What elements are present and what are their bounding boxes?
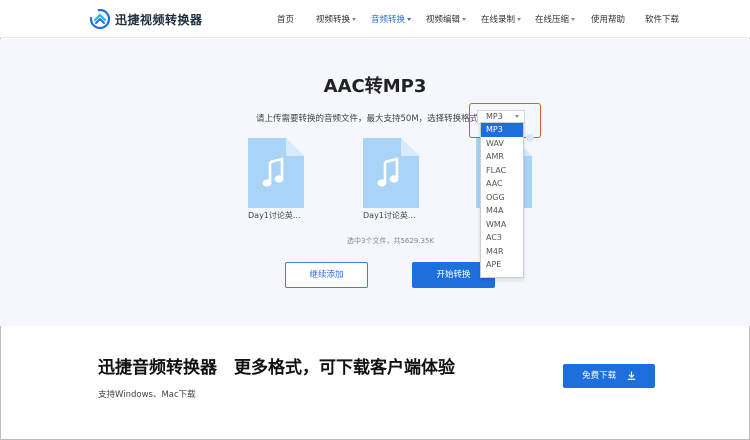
format-option-m4a[interactable]: M4A <box>481 204 523 218</box>
download-icon <box>627 371 636 380</box>
format-option-amr[interactable]: AMR <box>481 150 523 164</box>
page-title: AAC转MP3 <box>323 76 427 97</box>
chevron-down-icon <box>571 18 576 21</box>
nav-audio-convert[interactable]: 音频转换 <box>371 13 412 25</box>
nav-video-edit-label: 视频编辑 <box>426 15 461 25</box>
chevron-down-icon <box>517 18 522 21</box>
nav-software-download-label: 软件下载 <box>645 15 680 25</box>
chevron-down-icon <box>515 115 519 118</box>
format-option-wma[interactable]: WMA <box>481 218 523 232</box>
format-option-flac[interactable]: FLAC <box>481 164 523 178</box>
nav-online-compress-label: 在线压缩 <box>535 15 570 25</box>
format-option-ogg[interactable]: OGG <box>481 191 523 205</box>
file-name: Day1讨论英... <box>363 211 416 220</box>
nav-home[interactable]: 首页 <box>277 13 294 25</box>
chevron-down-icon <box>352 18 357 21</box>
nav-video-edit[interactable]: 视频编辑 <box>426 13 467 25</box>
brand-name[interactable]: 迅捷视频转换器 <box>115 11 203 28</box>
nav-home-label: 首页 <box>277 15 295 25</box>
nav-online-compress[interactable]: 在线压缩 <box>535 13 576 25</box>
free-download-label: 免费下载 <box>582 371 617 381</box>
format-select-value: MP3 <box>486 112 503 121</box>
format-option-ac3[interactable]: AC3 <box>481 231 523 245</box>
upload-prompt: 请上传需要转换的音频文件，最大支持50M，选择转换格式： <box>256 114 487 124</box>
promo-title: 迅捷音频转换器 更多格式，可下载客户端体验 <box>98 358 455 378</box>
file-name: Day1讨论英... <box>248 211 301 220</box>
nav-audio-convert-label: 音频转换 <box>371 15 406 25</box>
nav-online-record[interactable]: 在线录制 <box>481 13 522 25</box>
audio-file-icon[interactable] <box>363 138 419 208</box>
nav-online-record-label: 在线录制 <box>481 15 516 25</box>
continue-add-button[interactable]: 继续添加 <box>285 262 368 288</box>
top-header: 迅捷视频转换器 首页 视频转换 音频转换 视频编辑 在线录制 在线压缩 使用帮助… <box>0 0 750 38</box>
format-dropdown[interactable]: MP3 WAV AMR FLAC AAC OGG M4A WMA AC3 M4R… <box>480 122 524 278</box>
format-option-mp3[interactable]: MP3 <box>481 123 523 137</box>
format-option-aac[interactable]: AAC <box>481 177 523 191</box>
chevron-down-icon <box>462 18 467 21</box>
nav-software-download[interactable]: 软件下载 <box>645 13 679 25</box>
free-download-button[interactable]: 免费下载 <box>563 364 655 388</box>
nav-video-convert[interactable]: 视频转换 <box>316 13 357 25</box>
indicator-dot <box>526 134 534 142</box>
nav-video-convert-label: 视频转换 <box>316 15 351 25</box>
format-option-wav[interactable]: WAV <box>481 137 523 151</box>
nav-help[interactable]: 使用帮助 <box>591 13 625 25</box>
promo-subtitle: 支持Windows、Mac下载 <box>98 390 196 400</box>
format-option-ape[interactable]: APE <box>481 258 523 272</box>
selection-stats: 选中3个文件，共5629.35K <box>347 237 434 245</box>
nav-help-label: 使用帮助 <box>591 15 626 25</box>
format-option-m4r[interactable]: M4R <box>481 245 523 259</box>
logo-icon <box>90 9 110 29</box>
chevron-down-icon <box>407 18 412 21</box>
audio-file-icon[interactable] <box>248 138 304 208</box>
